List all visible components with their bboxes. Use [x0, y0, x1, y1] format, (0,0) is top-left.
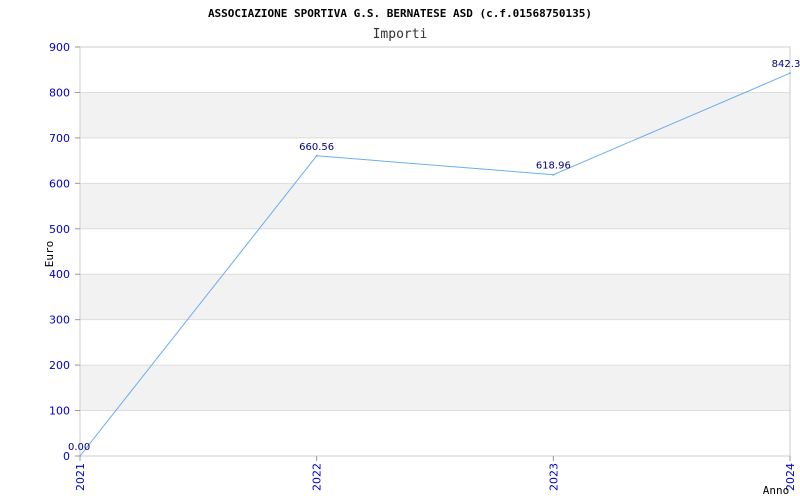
data-point: [79, 455, 81, 457]
data-point: [789, 72, 791, 75]
y-tick-label: 300: [49, 314, 70, 327]
y-tick-label: 200: [49, 359, 70, 372]
data-point: [552, 173, 555, 176]
chart-subtitle: Importi: [373, 27, 428, 42]
x-tick-label: 2023: [547, 463, 560, 491]
y-tick-label: 500: [49, 223, 70, 236]
data-label: 842.3: [772, 59, 800, 70]
grid-bands: [80, 92, 790, 411]
y-tick-label: 400: [49, 268, 70, 281]
data-label: 660.56: [299, 142, 334, 153]
y-tick-label: 700: [49, 132, 70, 145]
chart-title: ASSOCIAZIONE SPORTIVA G.S. BERNATESE ASD…: [208, 7, 592, 20]
data-label: 0.00: [68, 442, 90, 453]
grid-band: [80, 274, 790, 320]
x-tick-label: 2021: [74, 463, 87, 491]
x-axis-ticks: 2021 2022 2023 2024: [74, 456, 797, 491]
y-tick-label: 900: [49, 41, 70, 54]
chart: ASSOCIAZIONE SPORTIVA G.S. BERNATESE ASD…: [0, 0, 800, 500]
grid-band: [80, 183, 790, 229]
y-tick-label: 600: [49, 177, 70, 190]
y-tick-label: 800: [49, 86, 70, 99]
y-tick-label: 100: [49, 405, 70, 418]
line-chart-svg: ASSOCIAZIONE SPORTIVA G.S. BERNATESE ASD…: [43, 7, 800, 497]
y-axis-title: Euro: [43, 241, 56, 268]
x-tick-label: 2022: [311, 463, 324, 491]
x-axis-title: Anno: [763, 484, 790, 497]
data-label: 618.96: [536, 161, 571, 172]
grid-band: [80, 92, 790, 138]
grid-band: [80, 365, 790, 411]
data-point: [315, 154, 318, 157]
